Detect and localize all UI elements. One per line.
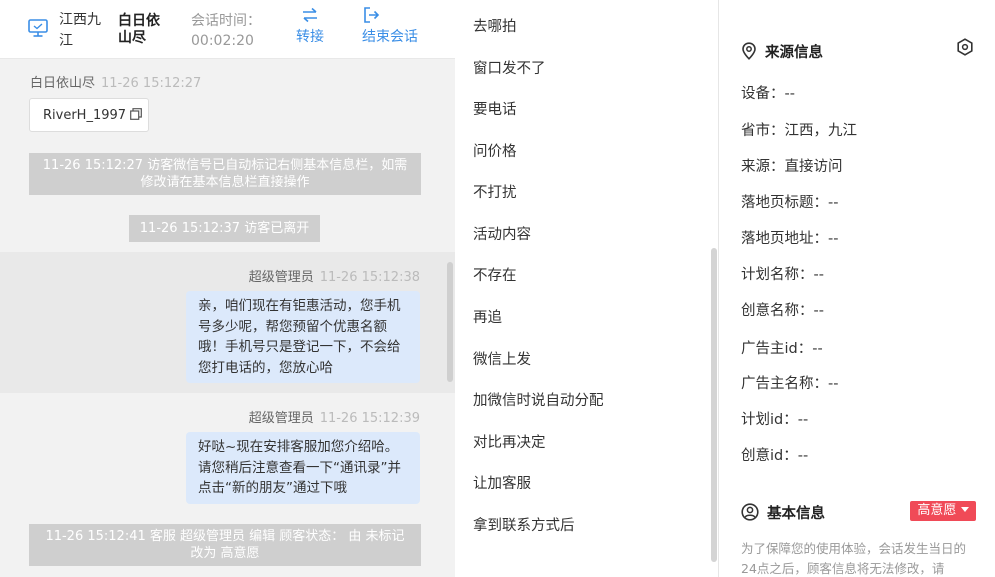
system-message: 11-26 15:12:41 客服 超级管理员 编辑 顾客状态： 由 未标记 改…: [29, 524, 421, 566]
info-row-advertiser-name: 广告主名称：--: [741, 376, 839, 392]
session-time: 00:02:20: [191, 33, 254, 49]
agent-message-header: 超级管理员 11-26 15:12:38: [249, 266, 420, 285]
system-message: 11-26 15:12:37 访客已离开: [129, 215, 320, 242]
copy-icon[interactable]: [130, 108, 143, 120]
agent-name: 超级管理员: [248, 270, 314, 285]
source-info-title-text: 来源信息: [765, 45, 823, 61]
quick-reply-panel: 去哪拍 窗口发不了 要电话 问价格 不打扰 活动内容 不存在 再追 微信上发 加…: [455, 0, 719, 577]
visitor-info-panel: 来源信息 设备：-- 省市：江西，九江 来源：直接访问 落地页标题：-- 落地页…: [719, 0, 995, 577]
user-circle-icon: [741, 503, 759, 521]
info-row-landing-title: 落地页标题：--: [741, 195, 839, 211]
info-row-province: 省市：江西，九江: [741, 123, 857, 139]
info-notice: 为了保障您的使用体验，会话发生当日的24点之后，顾客信息将无法修改，请: [741, 541, 967, 576]
logout-icon: [364, 7, 380, 23]
caret-down-icon: [960, 507, 969, 512]
quick-reply-item[interactable]: 问价格: [473, 140, 517, 161]
intent-status-dropdown[interactable]: 高意愿: [910, 501, 976, 521]
quick-reply-item[interactable]: 不打扰: [473, 181, 517, 202]
visitor-name: 白日依山尽: [118, 13, 160, 46]
agent-message-time: 11-26 15:12:39: [319, 411, 420, 426]
visitor-id-text: RiverH_1997: [43, 108, 127, 123]
info-row-advertiser-id: 广告主id：--: [741, 341, 823, 357]
visitor-message-name: 白日依山尽: [30, 76, 96, 91]
transfer-button[interactable]: 转接: [296, 6, 324, 46]
agent-name: 超级管理员: [248, 411, 314, 426]
quick-reply-item[interactable]: 加微信时说自动分配: [473, 389, 604, 410]
quick-reply-item[interactable]: 去哪拍: [473, 15, 517, 36]
agent-message-bubble: 好哒~现在安排客服加您介绍哈。请您稍后注意查看一下“通讯录”并点击“新的朋友”通…: [186, 432, 420, 504]
agent-message-time: 11-26 15:12:38: [319, 270, 420, 285]
info-row-plan-id: 计划id：--: [741, 412, 809, 428]
end-session-button[interactable]: 结束会话: [362, 6, 418, 46]
quick-reply-item[interactable]: 对比再决定: [473, 431, 546, 452]
quick-reply-item[interactable]: 让加客服: [473, 472, 531, 493]
info-row-source: 来源：直接访问: [741, 159, 843, 175]
agent-message-bubble: 亲，咱们现在有钜惠活动，您手机号多少呢，帮您预留个优惠名额哦！手机号只是登记一下…: [186, 291, 420, 383]
visitor-message-time: 11-26 15:12:27: [101, 76, 202, 91]
transfer-label: 转接: [296, 29, 324, 45]
quick-reply-scrollbar[interactable]: [711, 248, 717, 562]
agent-message-header: 超级管理员 11-26 15:12:39: [249, 407, 420, 426]
visitor-message-header: 白日依山尽 11-26 15:12:27: [30, 72, 201, 91]
quick-reply-item[interactable]: 要电话: [473, 98, 517, 119]
quick-reply-item[interactable]: 微信上发: [473, 348, 531, 369]
info-row-plan-name: 计划名称：--: [741, 267, 824, 283]
intent-status-label: 高意愿: [917, 503, 957, 518]
quick-reply-item[interactable]: 拿到联系方式后: [473, 514, 575, 535]
visitor-id-message[interactable]: RiverH_1997: [29, 98, 149, 132]
location-pin-icon: [742, 42, 756, 60]
source-info-title: 来源信息: [741, 41, 823, 62]
quick-reply-item[interactable]: 再追: [473, 306, 502, 327]
info-row-creative-name: 创意名称：--: [741, 303, 824, 319]
system-message: 11-26 15:12:27 访客微信号已自动标记右侧基本信息栏，如需修改请在基…: [29, 153, 421, 195]
chat-scrollbar[interactable]: [447, 262, 453, 382]
transfer-icon: [303, 7, 317, 23]
quick-reply-item[interactable]: 不存在: [473, 264, 517, 285]
info-row-landing-url: 落地页地址：--: [741, 231, 839, 247]
quick-reply-item[interactable]: 窗口发不了: [473, 57, 546, 78]
end-session-label: 结束会话: [362, 29, 418, 45]
chat-panel: 江西九江 白日依山尽 会话时间： 00:02:20 转接 结束会话 白日依山尽 1…: [0, 0, 456, 577]
info-row-device: 设备：--: [741, 86, 795, 102]
chat-header: 江西九江 白日依山尽 会话时间： 00:02:20 转接 结束会话: [0, 0, 455, 59]
basic-info-title: 基本信息: [741, 502, 825, 523]
session-time-label: 会话时间：: [191, 13, 261, 29]
quick-reply-item[interactable]: 活动内容: [473, 223, 531, 244]
visitor-location: 江西九江: [59, 12, 101, 49]
settings-icon[interactable]: [956, 38, 974, 56]
info-row-creative-id: 创意id：--: [741, 448, 809, 464]
basic-info-title-text: 基本信息: [767, 506, 825, 522]
monitor-icon: [28, 19, 48, 37]
